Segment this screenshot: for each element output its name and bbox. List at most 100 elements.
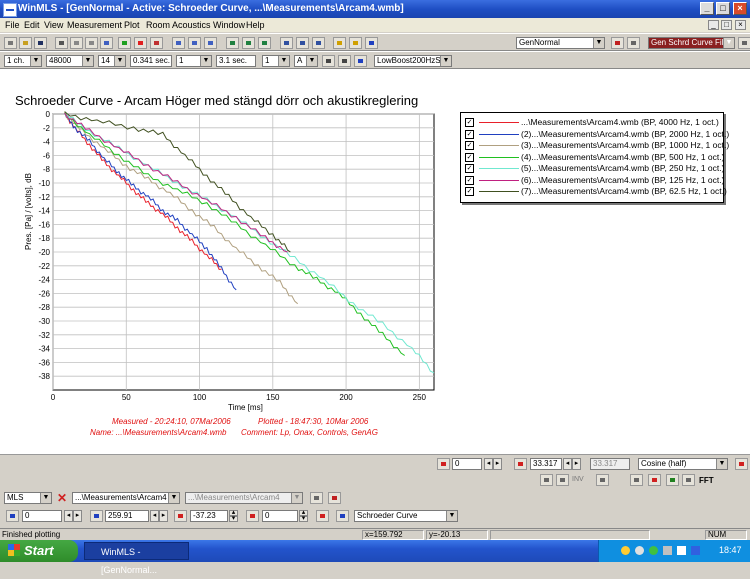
window-end-icon[interactable] bbox=[514, 458, 527, 470]
legend-checkbox[interactable]: ✓ bbox=[465, 164, 474, 173]
y-top-down-spin[interactable]: ▾ bbox=[299, 515, 308, 522]
tray-icon-5[interactable] bbox=[677, 546, 686, 555]
chart-legend: ✓ ...\Measurements\Arcam4.wmb (BP, 4000 H… bbox=[460, 112, 729, 203]
y-top-field[interactable]: 0 bbox=[262, 510, 298, 522]
window-end-left-spin[interactable]: ◂ bbox=[563, 458, 572, 470]
y-tick-label: -34 bbox=[38, 345, 50, 354]
legend-label: (4)...\Measurements\Arcam4.wmb (BP, 500 … bbox=[521, 151, 725, 162]
y-tick-label: -20 bbox=[38, 248, 50, 257]
legend-checkbox[interactable]: ✓ bbox=[465, 187, 474, 196]
tray-icon-2[interactable] bbox=[635, 546, 644, 555]
legend-checkbox[interactable]: ✓ bbox=[465, 175, 474, 185]
legend-checkbox[interactable]: ✓ bbox=[465, 129, 474, 139]
x-end-right-spin[interactable]: ▸ bbox=[159, 510, 168, 522]
x-tick-label: 250 bbox=[413, 393, 427, 402]
start-button[interactable]: Start bbox=[0, 540, 78, 562]
window-type-select[interactable]: Cosine (half) ▼ bbox=[638, 458, 728, 470]
x-start-left-spin[interactable]: ◂ bbox=[64, 510, 73, 522]
legend-item[interactable]: ✓ (5)...\Measurements\Arcam4.wmb (BP, 250… bbox=[465, 163, 724, 174]
measurement-remove-icon[interactable] bbox=[328, 492, 341, 504]
measurement-select[interactable]: ...\Measurements\Arcam4 ▼ bbox=[72, 492, 180, 504]
mls-select[interactable]: MLS ▼ bbox=[4, 492, 52, 504]
tray-icon-6[interactable] bbox=[691, 546, 700, 555]
legend-label: (6)...\Measurements\Arcam4.wmb (BP, 125 … bbox=[521, 174, 725, 185]
y-bottom-icon[interactable] bbox=[174, 510, 187, 522]
window-start-left-spin[interactable]: ◂ bbox=[484, 458, 493, 470]
tray-icon-1[interactable] bbox=[621, 546, 630, 555]
legend-label: (7)...\Measurements\Arcam4.wmb (BP, 62.5… bbox=[521, 186, 727, 196]
legend-swatch bbox=[479, 179, 519, 181]
autoscale-icon[interactable] bbox=[316, 510, 329, 522]
window-controls-panel: 0 ◂ ▸ 33.317 ◂ ▸ 33.317 Cosine (half) ▼ I… bbox=[0, 454, 750, 491]
legend-item[interactable]: ✓ (6)...\Measurements\Arcam4.wmb (BP, 125… bbox=[465, 175, 724, 186]
log-y-icon[interactable] bbox=[556, 474, 569, 486]
y-tick-label: -24 bbox=[38, 276, 50, 285]
y-tick-label: -38 bbox=[38, 372, 50, 381]
y-tick-label: -4 bbox=[43, 138, 51, 147]
y-tick-label: -2 bbox=[43, 124, 51, 133]
y-top-icon[interactable] bbox=[246, 510, 259, 522]
legend-swatch bbox=[479, 145, 519, 146]
y-tick-label: -12 bbox=[38, 193, 50, 202]
tray-icon-3[interactable] bbox=[649, 546, 658, 555]
legend-item[interactable]: ✓ ...\Measurements\Arcam4.wmb (BP, 4000 H… bbox=[465, 117, 720, 128]
y-tick-label: -10 bbox=[38, 179, 50, 188]
window-end-disabled-field: 33.317 bbox=[590, 458, 630, 470]
y-bottom-field[interactable]: -37.23 bbox=[190, 510, 228, 522]
y-tick-label: -14 bbox=[38, 207, 50, 216]
y-tick-label: -28 bbox=[38, 303, 50, 312]
x-start-right-spin[interactable]: ▸ bbox=[73, 510, 82, 522]
system-tray: 18:47 bbox=[598, 540, 750, 562]
plot-type-icon[interactable] bbox=[336, 510, 349, 522]
x-axis-label: Time [ms] bbox=[228, 403, 263, 412]
compare-icon[interactable] bbox=[630, 474, 643, 486]
marker-icon[interactable] bbox=[666, 474, 679, 486]
y-bottom-down-spin[interactable]: ▾ bbox=[229, 515, 238, 522]
footer-comment: Comment: Lp, Onax, Controls, GenAG bbox=[241, 428, 378, 437]
y-tick-label: -36 bbox=[38, 358, 50, 367]
clock: 18:47 bbox=[719, 545, 742, 555]
chart-svg[interactable]: 0 50 100 150 200 250 0 -2 -4 -6 -8 -10 -12 -14 -16 -18 -… bbox=[0, 0, 750, 450]
window-start-right-spin[interactable]: ▸ bbox=[493, 458, 502, 470]
legend-item[interactable]: ✓ (2)...\Measurements\Arcam4.wmb (BP, 200… bbox=[465, 129, 729, 140]
x-end-field[interactable]: 259.91 bbox=[105, 510, 149, 522]
y-tick-label: -16 bbox=[38, 220, 50, 229]
log-x-icon[interactable] bbox=[540, 474, 553, 486]
x-end-left-spin[interactable]: ◂ bbox=[150, 510, 159, 522]
fft-label[interactable]: FFT bbox=[699, 476, 714, 485]
legend-item[interactable]: ✓ (3)...\Measurements\Arcam4.wmb (BP, 100… bbox=[465, 140, 729, 151]
taskbar-task-winmls[interactable]: WinMLS - [GenNormal... bbox=[84, 542, 189, 575]
legend-checkbox[interactable]: ✓ bbox=[465, 141, 474, 150]
window-apply-icon[interactable] bbox=[735, 458, 748, 470]
x-tick-label: 0 bbox=[51, 393, 56, 402]
status-text: Finished plotting bbox=[2, 530, 61, 539]
footer-measured: Measured - 20:24:10, 07Mar2006 bbox=[112, 417, 231, 426]
window-end-field[interactable]: 33.317 bbox=[530, 458, 562, 470]
measurement-list-icon[interactable] bbox=[310, 492, 323, 504]
legend-checkbox[interactable]: ✓ bbox=[465, 118, 474, 127]
legend-item[interactable]: ✓ (4)...\Measurements\Arcam4.wmb (BP, 500… bbox=[465, 152, 724, 163]
x-end-icon[interactable] bbox=[90, 510, 103, 522]
y-tick-label: -26 bbox=[38, 289, 50, 298]
remove-icon[interactable]: ✕ bbox=[57, 491, 67, 505]
legend-swatch bbox=[479, 133, 519, 135]
legend-item[interactable]: ✓ (7)...\Measurements\Arcam4.wmb (BP, 62.… bbox=[465, 186, 727, 197]
inv-label[interactable]: INV bbox=[572, 476, 584, 483]
x-start-field[interactable]: 0 bbox=[22, 510, 62, 522]
y-tick-label: -8 bbox=[43, 165, 51, 174]
legend-checkbox[interactable]: ✓ bbox=[465, 152, 474, 162]
legend-swatch bbox=[479, 122, 519, 123]
tray-icon-4[interactable] bbox=[663, 546, 672, 555]
phase-icon[interactable] bbox=[596, 474, 609, 486]
window-start-icon[interactable] bbox=[437, 458, 450, 470]
x-start-icon[interactable] bbox=[6, 510, 19, 522]
x-tick-label: 50 bbox=[122, 393, 131, 402]
window-end-right-spin[interactable]: ▸ bbox=[572, 458, 581, 470]
smooth-icon[interactable] bbox=[682, 474, 695, 486]
y-tick-label: -18 bbox=[38, 234, 50, 243]
nrm-icon[interactable] bbox=[648, 474, 661, 486]
window-start-field[interactable]: 0 bbox=[452, 458, 482, 470]
y-tick-label: -30 bbox=[38, 317, 50, 326]
plot-type-select[interactable]: Schroeder Curve ▼ bbox=[354, 510, 458, 522]
legend-swatch bbox=[479, 191, 519, 192]
